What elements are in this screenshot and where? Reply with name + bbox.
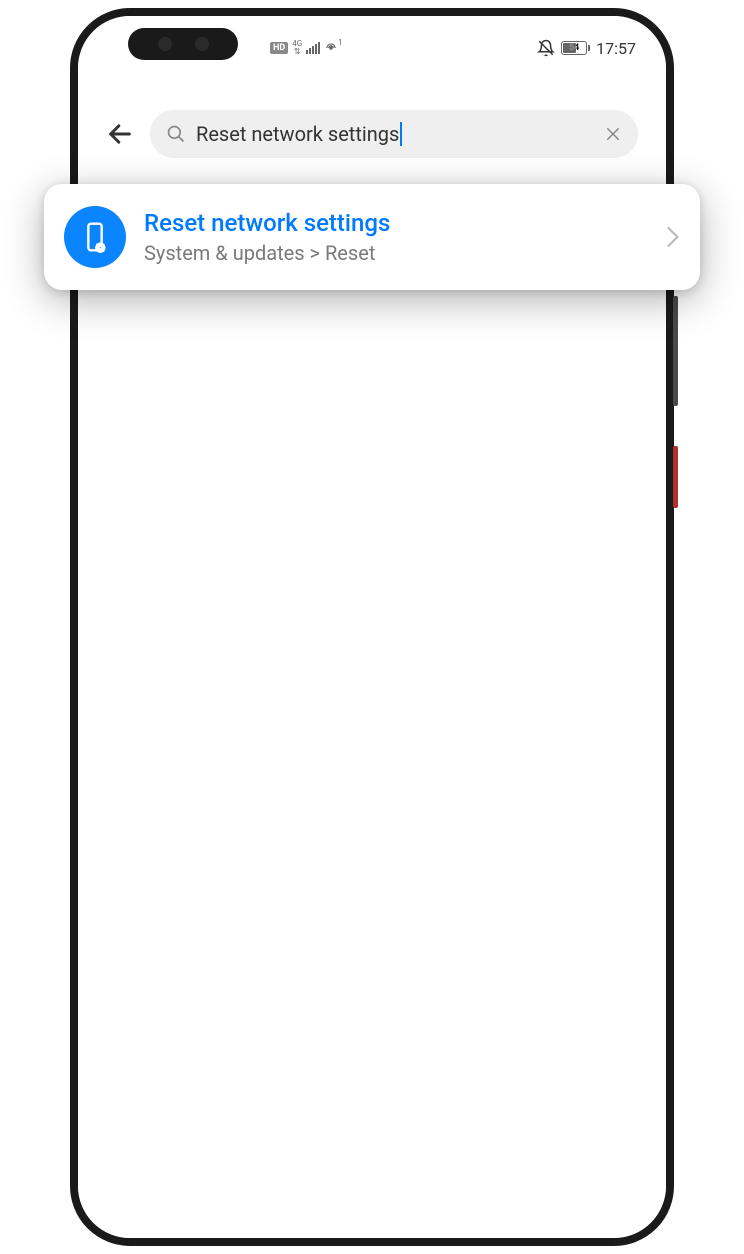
chevron-right-icon <box>666 227 680 247</box>
text-cursor <box>400 122 402 146</box>
hotspot-count: 1 <box>338 39 343 47</box>
screen: HD 4G ⇅ 1 <box>78 16 666 1238</box>
power-button[interactable] <box>673 446 678 508</box>
status-bar: HD 4G ⇅ 1 <box>78 34 666 62</box>
phone-frame: HD 4G ⇅ 1 <box>70 8 674 1246</box>
status-right: 54 17:57 <box>537 39 636 58</box>
result-breadcrumb: System & updates > Reset <box>144 241 648 265</box>
hd-badge: HD <box>270 42 288 54</box>
search-result-item[interactable]: Reset network settings System & updates … <box>44 184 700 290</box>
result-text: Reset network settings System & updates … <box>144 209 648 265</box>
battery-icon: 54 <box>561 41 590 55</box>
device-settings-icon <box>64 206 126 268</box>
search-icon <box>166 124 186 144</box>
result-title: Reset network settings <box>144 209 648 237</box>
battery-percent: 54 <box>569 43 579 53</box>
clock: 17:57 <box>596 39 636 58</box>
search-header: Reset network settings <box>78 106 666 162</box>
search-query-text: Reset network settings <box>196 122 594 146</box>
back-icon[interactable] <box>106 120 134 148</box>
mute-icon <box>537 39 555 57</box>
clear-icon[interactable] <box>604 125 622 143</box>
volume-button[interactable] <box>673 296 678 406</box>
signal-icon <box>306 42 320 54</box>
status-left: HD 4G ⇅ 1 <box>270 40 343 56</box>
search-input[interactable]: Reset network settings <box>150 110 638 158</box>
hotspot-icon <box>324 41 338 55</box>
